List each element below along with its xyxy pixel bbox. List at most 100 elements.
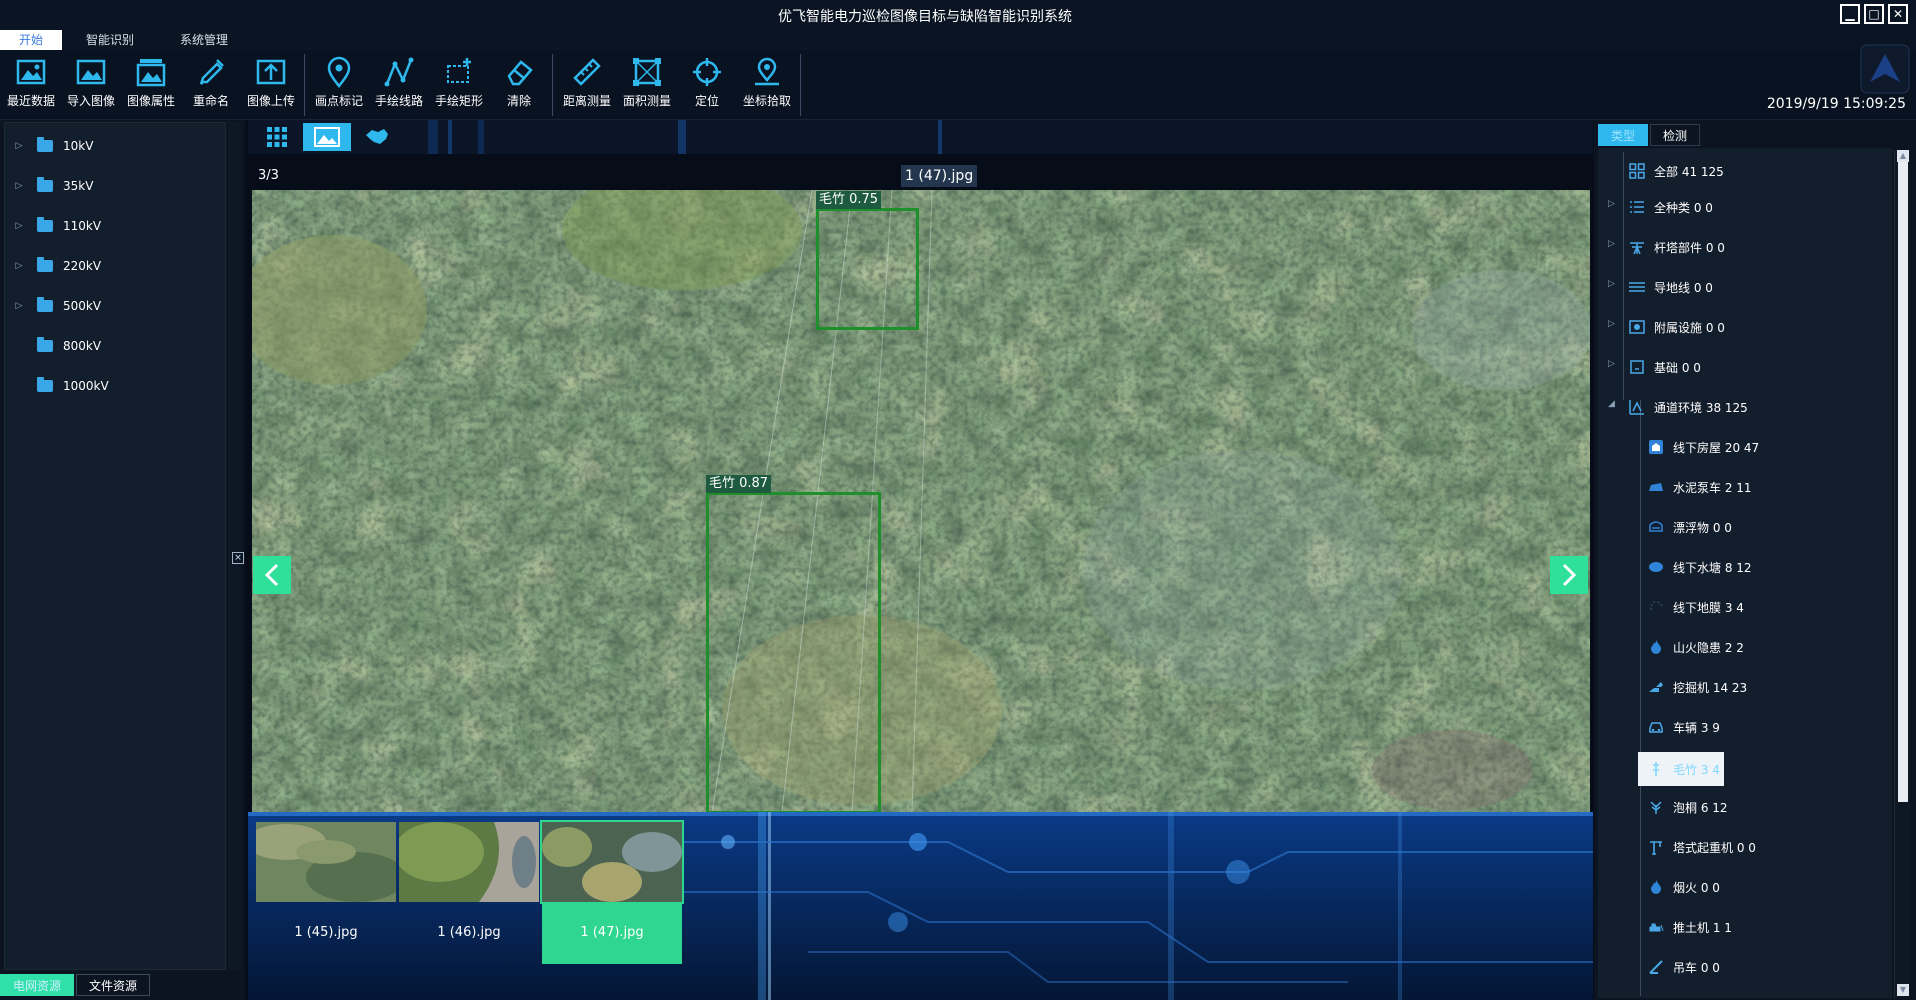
ribbon-separator	[800, 54, 801, 116]
category-pond[interactable]: 线下水塘 8 12	[1647, 554, 1752, 580]
list-icon	[1628, 198, 1646, 216]
clear-button[interactable]: 清除	[489, 56, 549, 112]
category-tree: 全部 41 125 ▷ 全种类 0 0 ▷ 杆塔部件 0 0 ▷ 导地线 0 0…	[1598, 148, 1892, 998]
tree-guide-line	[1623, 152, 1624, 400]
expand-caret-icon[interactable]: ▷	[1608, 319, 1615, 329]
thumbnail-item[interactable]: 1 (46).jpg	[399, 822, 539, 964]
category-label: 通道环境 38 125	[1654, 400, 1748, 415]
folder-icon	[37, 257, 53, 272]
category-wires[interactable]: 导地线 0 0	[1628, 274, 1713, 300]
tree-item-500kv[interactable]: ▷ 500kV	[13, 295, 101, 317]
image-view-icon	[314, 127, 340, 147]
category-floater[interactable]: 漂浮物 0 0	[1647, 514, 1732, 540]
maximize-button[interactable]: □	[1864, 4, 1884, 24]
recent-data-button[interactable]: 最近数据	[1, 56, 61, 112]
upload-button[interactable]: 图像上传	[241, 56, 301, 112]
detection-label-2: 毛竹 0.87	[706, 475, 772, 493]
draw-line-button[interactable]: 手绘线路	[369, 56, 429, 112]
scroll-up-arrow-icon[interactable]: ▲	[1897, 150, 1909, 162]
locate-button[interactable]: 定位	[677, 56, 737, 112]
import-image-button[interactable]: 导入图像	[61, 56, 121, 112]
house-icon	[1647, 438, 1665, 456]
expand-caret-icon[interactable]: ▷	[1608, 279, 1615, 289]
coordinate-pick-icon	[755, 57, 779, 86]
expand-caret-icon[interactable]: ▷	[1608, 359, 1615, 369]
category-house[interactable]: 线下房屋 20 47	[1647, 434, 1759, 460]
expand-caret-icon[interactable]: ▷	[13, 301, 25, 311]
left-panel-scrollbar[interactable]	[228, 122, 242, 970]
distance-measure-button[interactable]: 距离测量	[557, 56, 617, 112]
draw-rect-button[interactable]: 手绘矩形	[429, 56, 489, 112]
expand-caret-icon[interactable]: ▷	[1608, 239, 1615, 249]
category-vehicle[interactable]: 车辆 3 9	[1647, 714, 1720, 740]
category-film[interactable]: 线下地膜 3 4	[1647, 594, 1744, 620]
tab-smart-recognition[interactable]: 智能识别	[74, 30, 146, 50]
tree-item-220kv[interactable]: ▷ 220kV	[13, 255, 101, 277]
expand-caret-icon[interactable]: ▷	[1608, 199, 1615, 209]
foundation-icon	[1628, 358, 1646, 376]
thumbnail-label: 1 (45).jpg	[294, 925, 358, 940]
category-tower-parts[interactable]: 杆塔部件 0 0	[1628, 234, 1725, 260]
scrollbar-thumb[interactable]	[1898, 162, 1908, 802]
thumbnail-item-selected[interactable]: 1 (47).jpg	[540, 820, 684, 964]
image-properties-button[interactable]: 图像属性	[121, 56, 181, 112]
chevron-right-icon	[1562, 563, 1577, 587]
detection-box-2[interactable]: 毛竹 0.87	[706, 475, 881, 812]
area-measure-button[interactable]: 面积测量	[617, 56, 677, 112]
category-truck-crane[interactable]: 吊车 0 0	[1647, 954, 1720, 980]
category-tower-crane[interactable]: 塔式起重机 0 0	[1647, 834, 1756, 860]
detection-box-1[interactable]: 毛竹 0.75	[816, 191, 919, 330]
category-paulownia[interactable]: 泡桐 6 12	[1647, 794, 1728, 820]
grid-view-tab[interactable]	[253, 123, 301, 151]
tree-item-10kv[interactable]: ▷ 10kV	[13, 135, 93, 157]
inspection-photo[interactable]: 毛竹 0.75 毛竹 0.87	[252, 190, 1590, 812]
scroll-down-arrow-icon[interactable]: ▼	[1897, 984, 1909, 996]
tab-file-resources[interactable]: 文件资源	[76, 974, 151, 996]
category-all[interactable]: 全部 41 125	[1628, 158, 1724, 184]
close-button[interactable]: ✕	[1888, 4, 1908, 24]
coordinate-pick-button[interactable]: 坐标拾取	[737, 56, 797, 112]
category-excavator[interactable]: 挖掘机 14 23	[1647, 674, 1747, 700]
thumbnail-item[interactable]: 1 (45).jpg	[256, 822, 396, 964]
collapse-caret-icon[interactable]: ◢	[1608, 399, 1615, 409]
tree-item-1000kv[interactable]: 1000kV	[13, 375, 109, 397]
prev-image-button[interactable]	[253, 556, 291, 594]
category-pump-truck[interactable]: 水泥泵车 2 11	[1647, 474, 1752, 500]
folder-icon	[37, 377, 53, 392]
category-all-species[interactable]: 全种类 0 0	[1628, 194, 1713, 220]
expand-caret-icon[interactable]: ▷	[13, 261, 25, 271]
point-mark-button[interactable]: 画点标记	[309, 56, 369, 112]
tab-system-management[interactable]: 系统管理	[168, 30, 240, 50]
category-label: 杆塔部件 0 0	[1654, 240, 1725, 255]
tree-item-35kv[interactable]: ▷ 35kV	[13, 175, 93, 197]
category-label: 烟火 0 0	[1673, 880, 1720, 895]
folder-icon	[37, 297, 53, 312]
category-bulldozer[interactable]: 推土机 1 1	[1647, 914, 1732, 940]
expand-caret-icon[interactable]: ▷	[13, 181, 25, 191]
category-smoke-fire[interactable]: 烟火 0 0	[1647, 874, 1720, 900]
category-channel-environment[interactable]: 通道环境 38 125	[1628, 394, 1748, 420]
tab-start[interactable]: 开始	[0, 30, 62, 50]
tab-type[interactable]: 类型	[1598, 124, 1649, 146]
category-facilities[interactable]: 附属设施 0 0	[1628, 314, 1725, 340]
expand-caret-icon[interactable]: ▷	[13, 221, 25, 231]
tab-detect[interactable]: 检测	[1650, 124, 1701, 146]
image-view-tab[interactable]	[303, 123, 351, 151]
tree-item-800kv[interactable]: 800kV	[13, 335, 101, 357]
right-panel-scrollbar[interactable]: ▲ ▼	[1894, 150, 1910, 998]
map-view-tab[interactable]	[353, 123, 401, 151]
category-bamboo[interactable]: 毛竹 3 4	[1638, 752, 1724, 786]
category-fire-hazard[interactable]: 山火隐患 2 2	[1647, 634, 1744, 660]
category-foundation[interactable]: 基础 0 0	[1628, 354, 1701, 380]
point-mark-label: 画点标记	[314, 94, 363, 108]
next-image-button[interactable]	[1550, 556, 1588, 594]
minimize-button[interactable]: ▁	[1840, 4, 1860, 24]
rename-button[interactable]: 重命名	[181, 56, 241, 112]
thumbnail-label: 1 (47).jpg	[542, 902, 682, 964]
expand-caret-icon[interactable]: ▷	[13, 141, 25, 151]
tab-grid-resources[interactable]: 电网资源	[0, 974, 75, 996]
vehicle-icon	[1647, 718, 1665, 736]
collapse-panel-button[interactable]: ×	[232, 552, 244, 564]
category-label: 线下地膜 3 4	[1673, 600, 1744, 615]
tree-item-110kv[interactable]: ▷ 110kV	[13, 215, 101, 237]
